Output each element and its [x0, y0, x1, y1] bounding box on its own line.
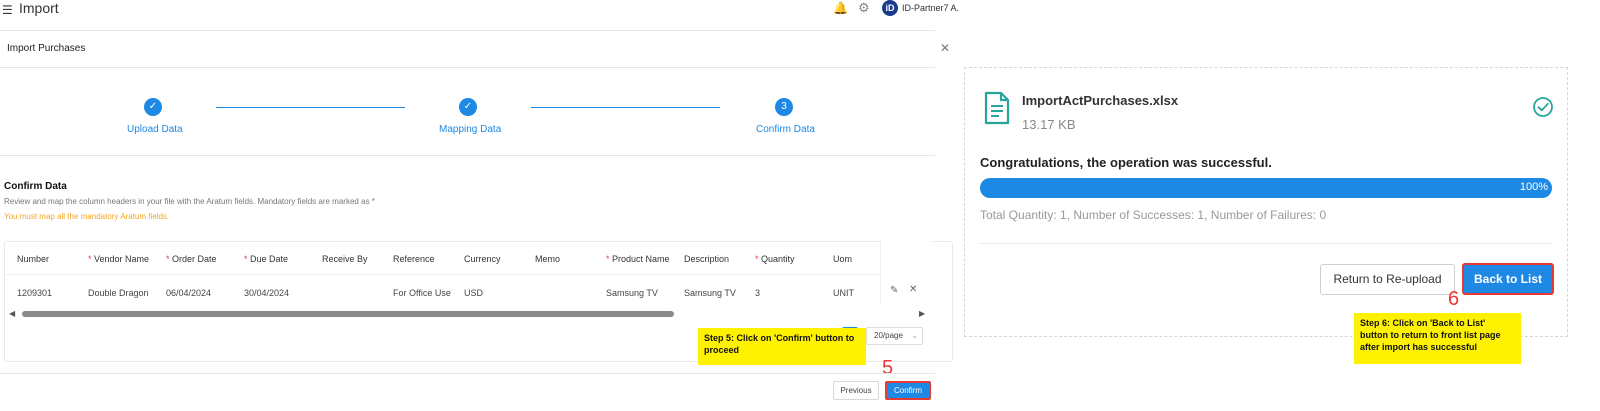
column-header: Uom	[833, 254, 853, 264]
column-header: * Due Date	[244, 254, 289, 264]
divider	[980, 243, 1552, 244]
divider	[0, 67, 935, 68]
step-upload-check-icon: ✓	[144, 98, 162, 116]
file-icon	[984, 91, 1010, 125]
table-cell: 3	[755, 288, 761, 298]
back-to-list-button[interactable]: Back to List	[1462, 263, 1554, 295]
edit-icon[interactable]: ✎	[890, 285, 898, 296]
scrollbar-thumb[interactable]	[22, 311, 674, 317]
return-to-reupload-button[interactable]: Return to Re-upload	[1320, 264, 1455, 295]
step-mapping-check-icon: ✓	[459, 98, 477, 116]
table-cell: 06/04/2024	[166, 288, 212, 298]
step5-callout: Step 5: Click on 'Confirm' button to pro…	[698, 328, 866, 365]
column-header: Memo	[535, 254, 561, 264]
org-name[interactable]: ID-Partner7 A.	[902, 3, 959, 13]
delete-row-icon[interactable]: ✕	[909, 284, 917, 295]
step-connector	[216, 107, 405, 108]
bell-icon[interactable]: 🔔	[833, 1, 848, 15]
success-message: Congratulations, the operation was succe…	[980, 155, 1272, 170]
step5-number: 5	[882, 357, 894, 379]
column-header: Receive By	[322, 254, 368, 264]
import-page: ☰ Import 🔔 ⚙ iD ID-Partner7 A. Import Pu…	[0, 0, 959, 411]
divider	[0, 30, 935, 31]
progress-fill	[980, 178, 1552, 198]
divider	[0, 373, 935, 374]
step6-number: 6	[1448, 288, 1460, 310]
column-header: * Vendor Name	[88, 254, 150, 264]
success-check-icon	[1533, 97, 1553, 117]
section-description: Review and map the column headers in you…	[4, 197, 375, 206]
header-divider	[5, 274, 880, 275]
step-label-mapping: Mapping Data	[439, 124, 502, 135]
column-header: Number	[17, 254, 50, 264]
step-label-confirm: Confirm Data	[756, 124, 815, 135]
close-icon[interactable]: ✕	[940, 41, 950, 55]
step6-callout: Step 6: Click on 'Back to List' button t…	[1354, 313, 1521, 364]
modal-title: Import Purchases	[7, 43, 86, 54]
app-bar: ☰ Import 🔔 ⚙ iD ID-Partner7 A.	[0, 0, 959, 18]
menu-icon[interactable]: ☰	[2, 3, 13, 17]
table-cell: Samsung TV	[684, 288, 736, 298]
previous-button[interactable]: Previous	[833, 381, 879, 400]
table-cell: For Office Use	[393, 288, 451, 298]
progress-bar: 100%	[980, 178, 1552, 198]
step-label-upload: Upload Data	[127, 124, 183, 135]
org-logo[interactable]: iD	[882, 0, 898, 16]
table-cell: USD	[464, 288, 484, 298]
divider	[0, 155, 935, 156]
scroll-right-arrow-icon[interactable]: ▶	[919, 309, 925, 318]
column-header: Description	[684, 254, 730, 264]
mandatory-warning: You must map all the mandatory Aratum fi…	[4, 212, 170, 221]
column-header: * Product Name	[606, 254, 670, 264]
table-cell: 1209301	[17, 288, 53, 298]
file-name: ImportActPurchases.xlsx	[1022, 93, 1179, 108]
file-size: 13.17 KB	[1022, 117, 1076, 132]
step-confirm-number: 3	[775, 98, 793, 116]
column-header: Reference	[393, 254, 435, 264]
table-cell: Double Dragon	[88, 288, 149, 298]
progress-label: 100%	[1519, 181, 1548, 193]
column-header: Currency	[464, 254, 501, 264]
page-size-select[interactable]: 20/page ⌄	[866, 327, 923, 345]
confirm-button[interactable]: Confirm	[885, 381, 931, 400]
step-connector	[531, 107, 720, 108]
table-cell: UNIT	[833, 288, 854, 298]
row-actions-column	[880, 241, 932, 303]
column-header: * Order Date	[166, 254, 217, 264]
table-cell: 30/04/2024	[244, 288, 290, 298]
section-heading: Confirm Data	[4, 181, 67, 192]
chevron-down-icon: ⌄	[911, 331, 918, 340]
app-title: Import	[19, 0, 59, 16]
gear-icon[interactable]: ⚙	[858, 0, 870, 16]
import-summary: Total Quantity: 1, Number of Successes: …	[980, 208, 1327, 222]
scroll-left-arrow-icon[interactable]: ◀	[9, 309, 15, 318]
table-cell: Samsung TV	[606, 288, 658, 298]
column-header: * Quantity	[755, 254, 795, 264]
